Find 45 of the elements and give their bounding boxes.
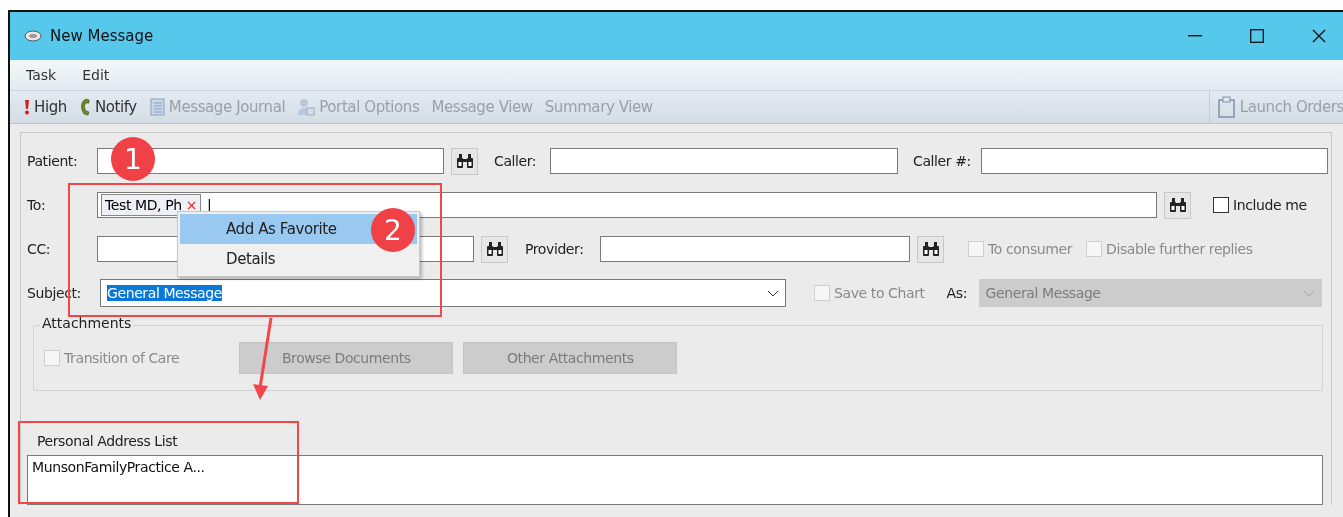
- selected-text: General Message: [985, 285, 1101, 301]
- phone-icon: [78, 98, 91, 116]
- menu-item[interactable]: Task: [26, 67, 57, 83]
- exclamation-icon: [24, 99, 30, 115]
- input-field[interactable]: [981, 148, 1328, 174]
- search-button[interactable]: [917, 235, 944, 263]
- menu-item[interactable]: Edit: [82, 67, 110, 83]
- remove-icon[interactable]: ×: [185, 197, 198, 213]
- selected-text: General Message: [107, 285, 222, 301]
- chevron-down-icon: [767, 289, 779, 297]
- speech-bubble-icon: [24, 30, 42, 42]
- binoculars-icon: [485, 241, 504, 257]
- binoculars-icon: [455, 153, 474, 169]
- field-label: Patient:: [27, 153, 79, 169]
- search-button[interactable]: [451, 147, 478, 175]
- recipient-chip[interactable]: Test MD, Ph ×: [101, 194, 202, 216]
- minimize-icon: [1188, 35, 1202, 37]
- field-label: To:: [27, 197, 47, 213]
- toolbar-button[interactable]: High: [22, 98, 69, 116]
- maximize-icon: [1250, 29, 1264, 43]
- checkbox[interactable]: Include me: [1213, 197, 1307, 213]
- list-title: Personal Address List: [37, 433, 179, 449]
- input-field[interactable]: [97, 148, 444, 174]
- close-icon: [1312, 29, 1326, 43]
- journal-icon: [148, 98, 165, 116]
- window-title: New Message: [50, 27, 154, 45]
- field-label: As:: [946, 285, 968, 301]
- field-label: Provider:: [525, 241, 585, 257]
- binoculars-icon: [1168, 197, 1187, 213]
- toolbar-button[interactable]: Notify: [76, 98, 139, 116]
- subject-dropdown[interactable]: General Message: [100, 279, 786, 307]
- input-field[interactable]: [600, 236, 910, 262]
- binoculars-icon: [921, 241, 940, 257]
- field-label: CC:: [27, 241, 52, 257]
- field-label: Caller:: [494, 153, 538, 169]
- group-title: Attachments: [40, 315, 134, 331]
- search-button[interactable]: [1164, 191, 1191, 219]
- person-icon: [297, 98, 316, 116]
- list-item[interactable]: MunsonFamilyPractice A...: [32, 459, 1318, 475]
- as-dropdown[interactable]: General Message: [978, 279, 1322, 307]
- clipboard-icon: [1215, 96, 1236, 118]
- search-button[interactable]: [481, 235, 508, 263]
- field-label: Caller #:: [913, 153, 972, 169]
- chevron-down-icon: [1302, 289, 1315, 297]
- input-field[interactable]: [550, 148, 898, 174]
